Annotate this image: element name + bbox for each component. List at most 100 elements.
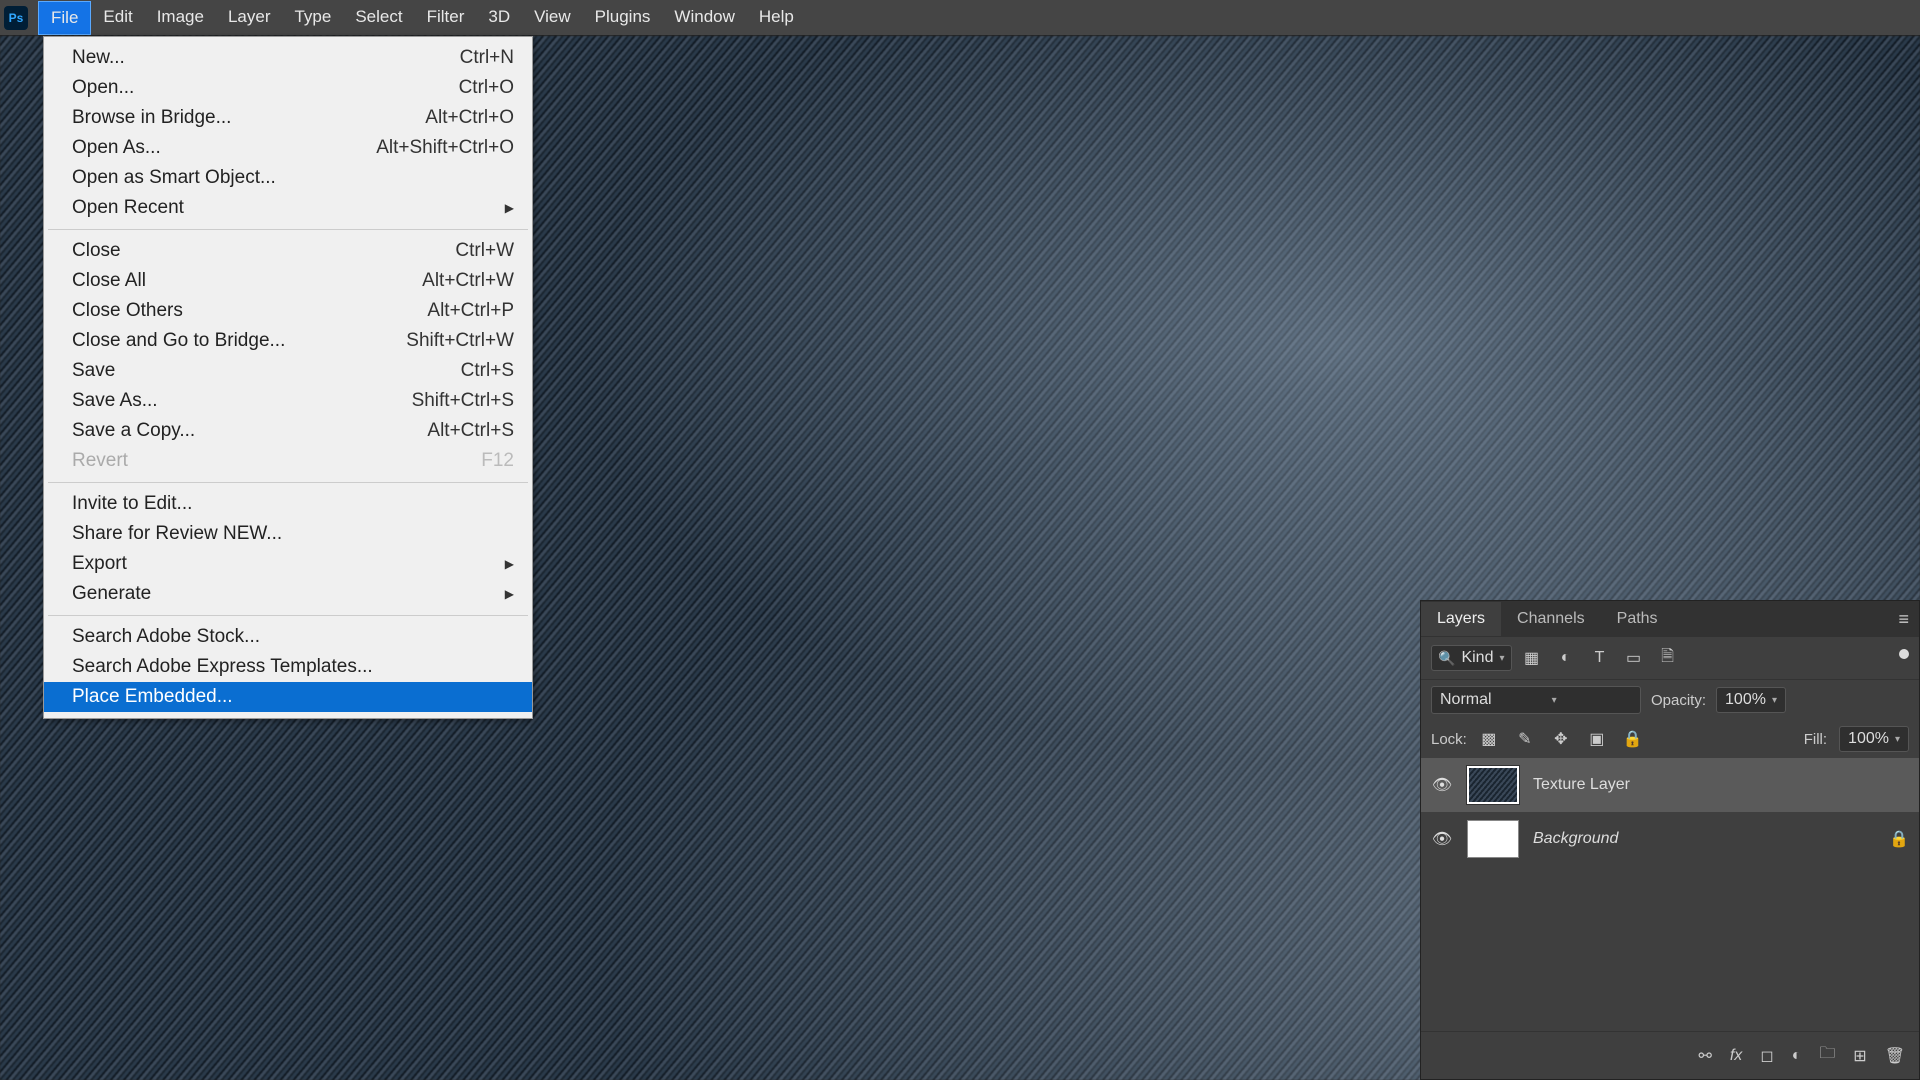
opacity-value: 100% (1725, 691, 1766, 709)
lock-icon[interactable]: 🔒 (1889, 829, 1909, 849)
menu-image[interactable]: Image (145, 1, 216, 35)
menu-item-search-adobe-stock[interactable]: Search Adobe Stock... (44, 622, 532, 652)
adjustment-layer-icon[interactable]: ◐ (1792, 1047, 1802, 1065)
lock-transparent-icon[interactable]: ▩ (1479, 729, 1499, 749)
layer-row[interactable]: 👁 Background 🔒 (1421, 812, 1919, 866)
menu-shortcut: Alt+Shift+Ctrl+O (376, 137, 514, 159)
menu-item-label: Save (72, 360, 115, 382)
menu-item-close[interactable]: Close Ctrl+W (44, 236, 532, 266)
tab-channels[interactable]: Channels (1501, 602, 1601, 636)
menu-separator (48, 615, 528, 616)
menu-item-invite-to-edit[interactable]: Invite to Edit... (44, 489, 532, 519)
link-layers-icon[interactable]: ⚯ (1698, 1046, 1711, 1066)
fill-label: Fill: (1804, 731, 1827, 748)
menu-file[interactable]: File (38, 1, 91, 35)
filter-kind-label: Kind (1461, 649, 1493, 667)
menu-item-close-others[interactable]: Close OthersAlt+Ctrl+P (44, 296, 532, 326)
menu-layer[interactable]: Layer (216, 1, 283, 35)
search-icon: 🔍 (1438, 650, 1455, 667)
menu-item-label: Save As... (72, 390, 158, 412)
menu-plugins[interactable]: Plugins (583, 1, 663, 35)
layer-name[interactable]: Texture Layer (1533, 776, 1909, 794)
menu-item-new[interactable]: New...Ctrl+N (44, 43, 532, 73)
menu-item-label: Invite to Edit... (72, 493, 192, 515)
menu-edit[interactable]: Edit (91, 1, 144, 35)
menu-shortcut: Shift+Ctrl+W (406, 330, 514, 352)
filter-kind-dropdown[interactable]: 🔍 Kind ▾ (1431, 645, 1512, 671)
menu-item-save-a-copy[interactable]: Save a Copy...Alt+Ctrl+S (44, 416, 532, 446)
menu-help[interactable]: Help (747, 1, 806, 35)
menu-item-close-all[interactable]: Close All Alt+Ctrl+W (44, 266, 532, 296)
menu-item-label: Close and Go to Bridge... (72, 330, 285, 352)
menu-shortcut: Ctrl+S (461, 360, 514, 382)
filter-adjustment-icon[interactable]: ◐ (1556, 648, 1576, 668)
filter-type-icon[interactable]: T (1590, 648, 1610, 668)
fill-value: 100% (1848, 730, 1889, 748)
group-icon[interactable]: 🗀 (1819, 1042, 1835, 1069)
filter-shape-icon[interactable]: ▭ (1624, 648, 1644, 668)
menu-type[interactable]: Type (282, 1, 343, 35)
menu-item-search-adobe-express-templates[interactable]: Search Adobe Express Templates... (44, 652, 532, 682)
menu-item-label: Close Others (72, 300, 183, 322)
layer-thumbnail[interactable] (1467, 766, 1519, 804)
menu-item-save[interactable]: Save Ctrl+S (44, 356, 532, 386)
menu-shortcut: Ctrl+W (455, 240, 514, 262)
menu-window[interactable]: Window (662, 1, 746, 35)
menu-item-generate[interactable]: Generate▶ (44, 579, 532, 609)
submenu-arrow-icon: ▶ (505, 587, 514, 601)
menu-3d[interactable]: 3D (476, 1, 522, 35)
menu-item-open-as-smart-object[interactable]: Open as Smart Object... (44, 163, 532, 193)
menu-item-share-for-review-new[interactable]: Share for Review NEW... (44, 519, 532, 549)
tab-layers[interactable]: Layers (1421, 602, 1501, 636)
menu-filter[interactable]: Filter (415, 1, 477, 35)
lock-position-icon[interactable]: ✥ (1551, 729, 1571, 749)
opacity-input[interactable]: 100% ▾ (1716, 687, 1786, 713)
menu-shortcut: Alt+Ctrl+W (422, 270, 514, 292)
chevron-down-icon: ▾ (1895, 734, 1900, 745)
layer-name[interactable]: Background (1533, 830, 1875, 848)
submenu-arrow-icon: ▶ (505, 557, 514, 571)
layer-row[interactable]: 👁 Texture Layer (1421, 758, 1919, 812)
delete-layer-icon[interactable]: 🗑 (1885, 1046, 1905, 1066)
blend-mode-dropdown[interactable]: Normal ▾ (1431, 686, 1641, 714)
fill-input[interactable]: 100% ▾ (1839, 726, 1909, 752)
menu-item-save-as[interactable]: Save As...Shift+Ctrl+S (44, 386, 532, 416)
lock-all-icon[interactable]: 🔒 (1623, 729, 1643, 749)
tab-paths[interactable]: Paths (1601, 602, 1674, 636)
menu-item-label: Share for Review NEW... (72, 523, 282, 545)
menu-item-close-and-go-to-bridge[interactable]: Close and Go to Bridge... Shift+Ctrl+W (44, 326, 532, 356)
menu-item-open-recent[interactable]: Open Recent▶ (44, 193, 532, 223)
menu-item-label: Revert (72, 450, 128, 472)
lock-artboard-icon[interactable]: ▣ (1587, 729, 1607, 749)
visibility-icon[interactable]: 👁 (1431, 829, 1453, 849)
layer-style-icon[interactable]: fx (1730, 1047, 1742, 1065)
panel-footer: ⚯ fx ◻ ◐ 🗀 ⊞ 🗑 (1421, 1031, 1919, 1079)
menu-item-export[interactable]: Export ▶ (44, 549, 532, 579)
menu-view[interactable]: View (522, 1, 583, 35)
menu-item-label: Close All (72, 270, 146, 292)
chevron-down-icon: ▾ (1499, 653, 1504, 664)
menu-item-browse-in-bridge[interactable]: Browse in Bridge...Alt+Ctrl+O (44, 103, 532, 133)
lock-brush-icon[interactable]: ✎ (1515, 729, 1535, 749)
filter-smart-icon[interactable]: 🗎 (1658, 648, 1678, 668)
new-layer-icon[interactable]: ⊞ (1853, 1046, 1866, 1066)
layer-filter-row: 🔍 Kind ▾ ▦ ◐ T ▭ 🗎 (1421, 637, 1919, 680)
menu-item-open[interactable]: Open...Ctrl+O (44, 73, 532, 103)
filter-pixel-icon[interactable]: ▦ (1522, 648, 1542, 668)
chevron-down-icon: ▾ (1772, 695, 1777, 706)
panel-options-icon[interactable]: ≡ (1898, 609, 1909, 630)
menu-item-label: Open As... (72, 137, 161, 159)
menu-item-label: Close (72, 240, 121, 262)
menu-shortcut: F12 (481, 450, 514, 472)
layer-mask-icon[interactable]: ◻ (1760, 1046, 1773, 1066)
file-menu-dropdown: New...Ctrl+NOpen...Ctrl+OBrowse in Bridg… (43, 36, 533, 719)
panel-tabs: LayersChannelsPaths ≡ (1421, 601, 1919, 637)
layer-thumbnail[interactable] (1467, 820, 1519, 858)
menu-item-label: Search Adobe Express Templates... (72, 656, 373, 678)
menu-select[interactable]: Select (343, 1, 414, 35)
visibility-icon[interactable]: 👁 (1431, 775, 1453, 795)
menu-item-place-embedded[interactable]: Place Embedded... (44, 682, 532, 712)
menu-item-label: Export (72, 553, 127, 575)
menu-item-open-as[interactable]: Open As... Alt+Shift+Ctrl+O (44, 133, 532, 163)
filter-toggle[interactable] (1899, 649, 1909, 659)
